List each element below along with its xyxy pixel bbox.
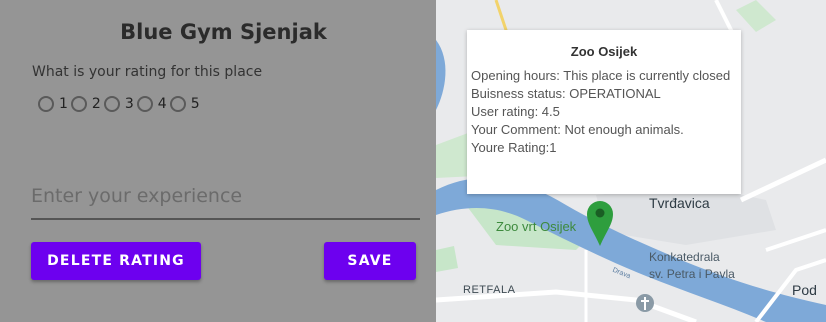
delete-rating-button[interactable]: DELETE RATING — [31, 242, 201, 280]
rating-option-label: 3 — [124, 96, 134, 112]
rating-option-5[interactable]: 5 — [169, 96, 200, 112]
rating-option-1[interactable]: 1 — [38, 96, 68, 112]
info-your-rating: Youre Rating:1 — [471, 140, 557, 155]
radio-circle-icon[interactable] — [136, 96, 153, 112]
place-title: Blue Gym Sjenjak — [120, 20, 327, 44]
radio-circle-icon[interactable] — [103, 96, 120, 112]
rating-option-label: 1 — [59, 96, 68, 112]
info-title: Zoo Osijek — [570, 44, 638, 59]
rating-option-3[interactable]: 3 — [103, 96, 134, 112]
save-button[interactable]: SAVE — [324, 242, 416, 280]
map-label-konkatedrala: Konkatedrala — [649, 250, 720, 264]
rating-option-label: 4 — [157, 96, 167, 112]
map-label-zoo-vrt: Zoo vrt Osijek — [496, 219, 577, 234]
rating-question: What is your rating for this place — [32, 64, 263, 80]
info-comment: Your Comment: Not enough animals. — [471, 122, 684, 137]
map-label-tvrdavica: Tvrđavica — [649, 195, 710, 211]
rating-radio-group: 1 2 3 4 5 — [38, 96, 203, 112]
rating-option-label: 5 — [190, 96, 200, 112]
map-label-konkatedrala-sub: sv. Petra i Pavla — [649, 267, 735, 281]
map-label-retfala: RETFALA — [463, 284, 516, 296]
info-opening-hours: Opening hours: This place is currently c… — [471, 68, 731, 83]
rating-option-4[interactable]: 4 — [136, 96, 167, 112]
rating-option-2[interactable]: 2 — [70, 96, 101, 112]
radio-circle-icon[interactable] — [38, 96, 54, 112]
rating-panel: Blue Gym Sjenjak What is your rating for… — [0, 0, 436, 322]
info-business-status: Buisness status: OPERATIONAL — [471, 86, 661, 101]
map-info-window[interactable]: Zoo Osijek Opening hours: This place is … — [467, 30, 741, 194]
experience-input[interactable] — [31, 174, 420, 220]
rating-option-label: 2 — [91, 96, 101, 112]
info-user-rating: User rating: 4.5 — [471, 104, 560, 119]
radio-circle-icon[interactable] — [70, 96, 87, 112]
map-label-pod: Pod — [792, 282, 817, 298]
radio-circle-icon[interactable] — [169, 96, 186, 112]
